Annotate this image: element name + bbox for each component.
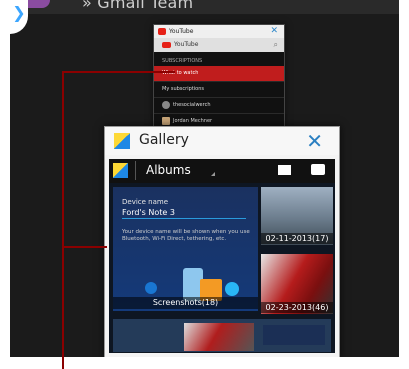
youtube-item-label: thesocialwerch	[173, 102, 211, 108]
youtube-bar-logo-icon	[162, 42, 171, 48]
youtube-item-channel-1[interactable]: thesocialwerch	[154, 98, 284, 114]
camera-icon[interactable]	[311, 164, 325, 175]
youtube-recent-card[interactable]: YouTube ✕ YouTube ⌕ SUBSCRIPTIONS What t…	[153, 24, 285, 137]
callout-line	[63, 71, 175, 73]
back-tab[interactable]: ❯	[10, 0, 28, 34]
search-icon[interactable]: ⌕	[274, 38, 278, 52]
album-thumbnail-screenshots[interactable]: Device name Ford's Note 3 Your device na…	[113, 187, 258, 311]
header-title: » Gmail Team	[82, 0, 194, 12]
gallery-bar-icon	[113, 163, 128, 178]
youtube-app-bar: YouTube ⌕	[154, 38, 284, 52]
album-caption: 02-11-2013(17)	[261, 233, 333, 244]
wifi-icon	[225, 282, 239, 296]
album-selector[interactable]: Albums	[135, 161, 218, 180]
youtube-item-label: Jordan Mechner	[173, 118, 213, 124]
gallery-app-icon	[114, 133, 130, 149]
youtube-item-my-subscriptions[interactable]: My subscriptions	[154, 82, 284, 98]
album-caption: Screenshots(18)	[113, 297, 258, 309]
youtube-logo-icon	[158, 28, 166, 35]
top-bar: » Gmail Team	[10, 0, 399, 14]
album-caption: 02-23-2013(46)	[261, 302, 333, 313]
gallery-recent-card[interactable]: Gallery ✕ Albums Device name Ford's Note…	[104, 126, 340, 357]
channel-avatar-icon	[162, 100, 170, 109]
callout-line	[63, 246, 107, 248]
album-thumbnail-02-23-2013[interactable]: 02-23-2013(46)	[261, 254, 333, 314]
device-name-value: Ford's Note 3	[122, 208, 246, 219]
gallery-action-bar: Albums	[109, 159, 335, 183]
channel-avatar-icon	[162, 116, 170, 125]
youtube-close-button[interactable]: ✕	[270, 25, 278, 38]
youtube-section-label: SUBSCRIPTIONS	[162, 58, 203, 64]
device-name-label: Device name	[122, 198, 169, 206]
more-albums-row	[113, 319, 331, 352]
car-thumbnail[interactable]	[184, 323, 254, 351]
device-name-description: Your device name will be shown when you …	[122, 229, 250, 242]
gallery-window-title: Gallery	[139, 132, 189, 148]
youtube-window-titlebar: YouTube ✕	[154, 25, 284, 38]
youtube-app-bar-title: YouTube	[174, 41, 199, 48]
gallery-preview: Albums Device name Ford's Note 3 Your de…	[109, 159, 335, 353]
gallery-close-button[interactable]: ✕	[306, 127, 323, 155]
album-thumbnail-02-11-2013[interactable]: 02-11-2013(17)	[261, 187, 333, 245]
gallery-window-titlebar: Gallery ✕	[105, 127, 339, 155]
settings-thumbnail[interactable]	[263, 325, 325, 345]
phone-screen: » Gmail Team ❯ YouTube ✕ YouTube ⌕ SUBSC…	[10, 0, 399, 357]
dropdown-arrow-icon	[211, 172, 215, 176]
youtube-window-title: YouTube	[169, 28, 194, 35]
callout-line	[62, 71, 64, 369]
youtube-item-label: My subscriptions	[162, 86, 204, 92]
youtube-item-what-to-watch[interactable]: What to watch	[154, 66, 284, 82]
bluetooth-icon	[145, 282, 157, 294]
folder-icon[interactable]	[278, 165, 291, 175]
